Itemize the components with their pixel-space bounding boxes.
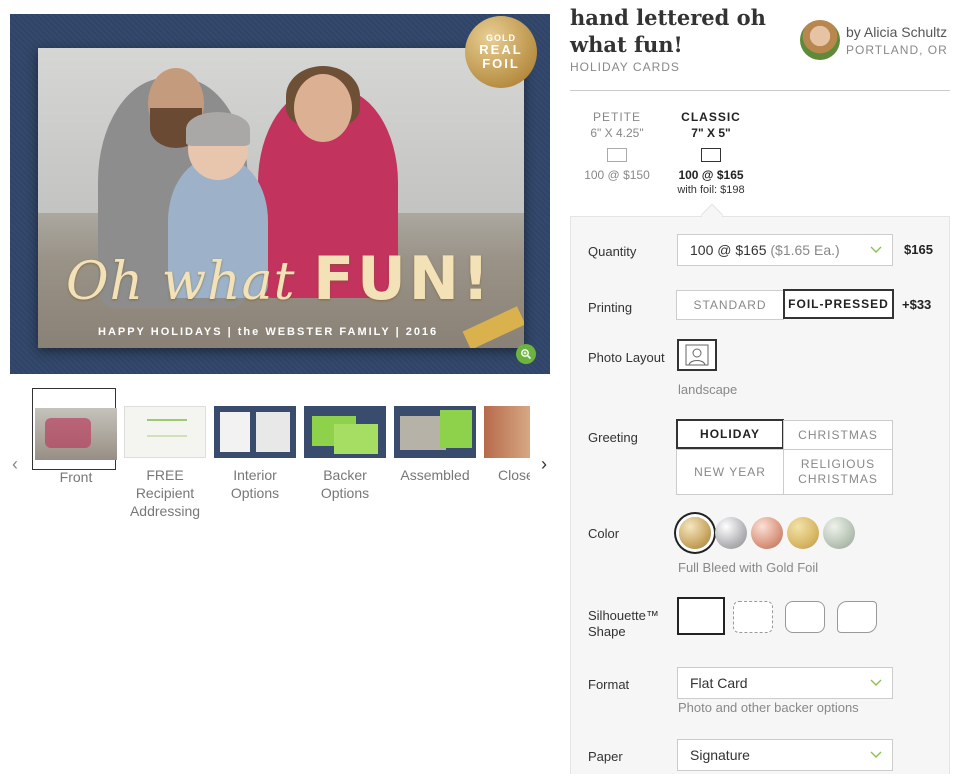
thumbnail-assembled[interactable]: Assembled: [393, 390, 477, 484]
thumbnail-label: Front: [59, 469, 93, 485]
paper-value: Signature: [690, 747, 750, 763]
size-shape-icon: [607, 148, 627, 162]
format-value: Flat Card: [690, 675, 748, 691]
artist-location: PORTLAND, OR: [846, 43, 948, 57]
size-foil-price: with foil: $198: [677, 184, 745, 196]
chevron-down-icon: [870, 246, 882, 253]
size-price: 100 @ $165: [678, 168, 744, 182]
artist-byline[interactable]: by Alicia Schultz: [846, 24, 947, 40]
color-swatch-gold[interactable]: [679, 517, 711, 549]
color-swatch-rose-gold[interactable]: [751, 517, 783, 549]
photo-layout-label: Photo Layout: [588, 350, 665, 365]
zoom-icon[interactable]: [516, 344, 536, 364]
thumbnail-interior[interactable]: Interior Options: [213, 390, 297, 502]
quantity-total-price: $165: [904, 242, 933, 257]
thumbnail-image: [35, 408, 117, 460]
shape-option-scalloped[interactable]: [733, 601, 773, 633]
greeting-option-new-year[interactable]: NEW YEAR: [676, 449, 784, 495]
thumbnail-label: FREE Recipient Addressing: [129, 467, 201, 519]
person-icon: [685, 344, 709, 366]
product-title: hand lettered oh what fun!: [570, 5, 766, 57]
chevron-down-icon: [870, 679, 882, 686]
printing-option-foil-pressed[interactable]: FOIL-PRESSED: [783, 289, 894, 319]
card-photo: Oh what FUN! HAPPY HOLIDAYS | the WEBSTE…: [38, 48, 524, 348]
color-swatch-silver-glitter[interactable]: [823, 517, 855, 549]
chevron-left-icon[interactable]: ‹: [8, 454, 22, 474]
chevron-right-icon[interactable]: ›: [537, 454, 551, 474]
photo-layout-landscape[interactable]: [677, 339, 717, 371]
product-category[interactable]: HOLIDAY CARDS: [570, 60, 680, 74]
format-label: Format: [588, 677, 630, 692]
printing-upcharge: +$33: [902, 297, 932, 312]
size-name: CLASSIC: [681, 110, 741, 124]
size-option-classic[interactable]: CLASSIC 7" X 5" 100 @ $165 with foil: $1…: [666, 110, 756, 196]
printing-option-standard[interactable]: STANDARD: [676, 290, 784, 320]
quantity-label: Quantity: [588, 244, 637, 259]
greeting-option-holiday[interactable]: HOLIDAY: [676, 419, 784, 449]
color-label: Color: [588, 526, 620, 541]
color-caption: Full Bleed with Gold Foil: [678, 560, 819, 575]
thumbnail-image: [124, 406, 206, 458]
product-hero-image[interactable]: Oh what FUN! HAPPY HOLIDAYS | the WEBSTE…: [10, 14, 550, 374]
size-dimensions: 6" X 4.25": [590, 126, 644, 140]
paper-select[interactable]: Signature: [677, 739, 893, 771]
chevron-down-icon: [870, 751, 882, 758]
divider: [570, 90, 950, 91]
color-swatch-silver[interactable]: [715, 517, 747, 549]
thumbnail-addressing[interactable]: FREE Recipient Addressing: [123, 390, 207, 520]
shape-label: Silhouette™ Shape: [588, 608, 659, 639]
shape-option-ticket[interactable]: [837, 601, 877, 633]
greeting-option-christmas[interactable]: CHRISTMAS: [783, 420, 893, 450]
quantity-select[interactable]: 100 @ $165 ($1.65 Ea.): [677, 234, 893, 266]
thumbnail-label: Assembled: [400, 467, 470, 483]
thumbnail-image: [304, 406, 386, 458]
thumbnail-image: [394, 406, 476, 458]
thumbnail-front[interactable]: Front: [32, 388, 118, 486]
greeting-option-religious-christmas[interactable]: RELIGIOUS CHRISTMAS: [783, 449, 893, 495]
color-swatch-gold-glitter[interactable]: [787, 517, 819, 549]
size-dimensions: 7" X 5": [691, 126, 731, 140]
paper-label: Paper: [588, 749, 623, 764]
quantity-value: 100 @ $165: [690, 242, 767, 258]
thumbnail-label: Backer Options: [320, 467, 370, 501]
artist-avatar[interactable]: [800, 20, 840, 60]
photo-layout-caption: landscape: [678, 382, 738, 397]
thumbnail-backer[interactable]: Backer Options: [303, 390, 387, 502]
thumbnail-carousel: ‹ Front FREE Recipient Addressing Interi…: [0, 388, 560, 540]
card-script-text: Oh what FUN!: [66, 244, 493, 314]
thumbnail-image: [484, 406, 530, 458]
greeting-label: Greeting: [588, 430, 638, 445]
shape-option-rectangle[interactable]: [677, 597, 725, 635]
thumbnail-label: Interior Options: [230, 467, 280, 501]
thumbnail-label: Close: [498, 467, 530, 483]
printing-label: Printing: [588, 300, 633, 315]
card-greeting-line: HAPPY HOLIDAYS | the WEBSTER FAMILY | 20…: [98, 326, 439, 338]
shape-option-rounded[interactable]: [785, 601, 825, 633]
gold-foil-badge: GOLD REAL FOIL: [465, 16, 537, 88]
size-shape-icon: [701, 148, 721, 162]
format-select[interactable]: Flat Card: [677, 667, 893, 699]
thumbnail-image: [214, 406, 296, 458]
size-option-petite[interactable]: PETITE 6" X 4.25" 100 @ $150: [572, 110, 662, 182]
thumbnail-close[interactable]: Close: [484, 390, 530, 484]
size-price: 100 @ $150: [584, 168, 650, 182]
format-help: Photo and other backer options: [678, 700, 859, 715]
quantity-each-price: ($1.65 Ea.): [770, 242, 840, 258]
size-name: PETITE: [592, 110, 641, 124]
